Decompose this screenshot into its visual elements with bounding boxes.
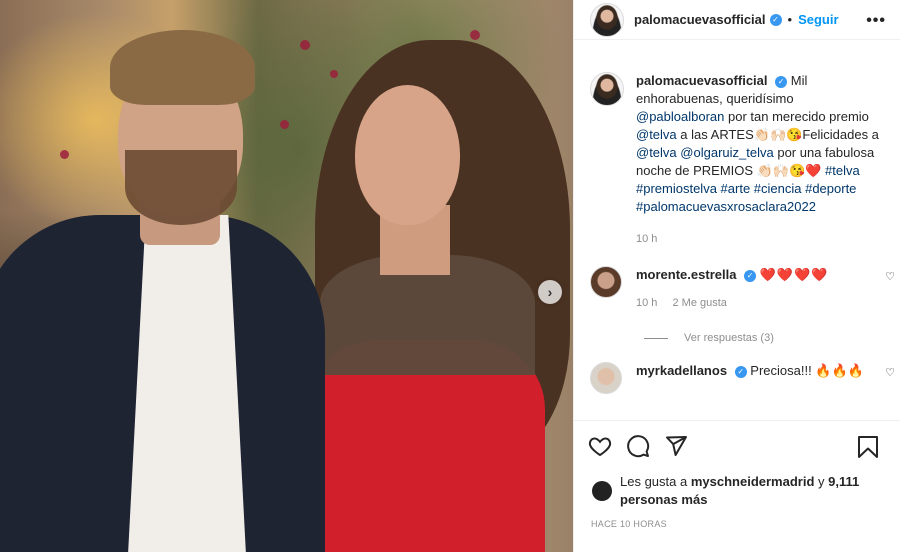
avatar[interactable]: [590, 2, 624, 37]
comment-avatar[interactable]: [590, 266, 622, 298]
verified-icon: ✓: [775, 75, 788, 88]
share-icon[interactable]: [664, 434, 688, 458]
comment-likes[interactable]: 2 Me gusta: [672, 297, 726, 309]
photo-flower: [280, 120, 289, 129]
mention-link[interactable]: @pabloalboran: [636, 109, 724, 124]
comment-text: Preciosa!!!: [750, 363, 812, 378]
replies-line: [644, 337, 668, 339]
separator-dot: •: [787, 12, 793, 27]
view-replies[interactable]: Ver respuestas (3): [644, 332, 900, 344]
caption-time[interactable]: 10 h: [636, 230, 885, 248]
more-options-icon[interactable]: •••: [866, 12, 886, 30]
verified-icon: ✓: [744, 269, 757, 282]
like-comment-heart-icon[interactable]: ♡: [885, 270, 895, 283]
comment-meta: 10 h 2 Me gusta: [636, 294, 871, 312]
next-photo-button[interactable]: ›: [538, 280, 562, 304]
comment-time[interactable]: 10 h: [636, 297, 657, 309]
comment: myrkadellanos ✓ Preciosa!!! 🔥🔥🔥 ♡: [574, 344, 900, 394]
liker-username[interactable]: myschneidermadrid: [691, 474, 815, 489]
likes-text: Les gusta a myschneidermadrid y 9,111 pe…: [620, 473, 885, 509]
caption-username[interactable]: palomacuevasofficial: [636, 73, 768, 88]
photo-flower: [60, 150, 69, 159]
verified-icon: ✓: [734, 365, 747, 378]
photo-flower: [300, 40, 310, 50]
caption-body: palomacuevasofficial ✓ Mil enhorabuenas,…: [636, 72, 885, 248]
comments-section[interactable]: palomacuevasofficial ✓ Mil enhorabuenas,…: [574, 54, 900, 418]
photo-flower: [470, 30, 480, 40]
likes-summary: Les gusta a myschneidermadrid y 9,111 pe…: [574, 461, 900, 509]
comment: morente.estrella ✓ ❤️❤️❤️❤️ 10 h 2 Me gu…: [574, 248, 900, 312]
post-panel: palomacuevasofficial ✓ • Seguir ••• palo…: [573, 0, 900, 552]
comment-body: morente.estrella ✓ ❤️❤️❤️❤️ 10 h 2 Me gu…: [636, 266, 871, 312]
header-username[interactable]: palomacuevasofficial: [634, 12, 766, 27]
caption-text: por tan merecido premio: [728, 109, 869, 124]
chevron-right-icon: ›: [547, 284, 553, 300]
likes-prefix: Les gusta a: [620, 474, 688, 489]
likes-suffix: y: [818, 474, 825, 489]
action-icons: [574, 421, 900, 461]
heart-icon[interactable]: [588, 434, 612, 458]
caption-text: a las ARTES👏🏻🙌🏻😘Felicidades a: [680, 127, 879, 142]
liker-avatar[interactable]: [592, 481, 612, 501]
caption-avatar[interactable]: [590, 72, 624, 106]
comment-icon[interactable]: [626, 434, 650, 458]
follow-button[interactable]: Seguir: [798, 12, 838, 27]
post-header: palomacuevasofficial ✓ • Seguir •••: [574, 0, 900, 40]
photo-man-shirt: [128, 215, 246, 552]
post-actions: Les gusta a myschneidermadrid y 9,111 pe…: [574, 420, 900, 552]
post-timestamp[interactable]: HACE 10 HORAS: [574, 509, 900, 529]
mention-link[interactable]: @telva: [636, 145, 677, 160]
verified-icon: ✓: [769, 13, 782, 26]
comment-avatar[interactable]: [590, 362, 622, 394]
mention-link[interactable]: @telva: [636, 127, 677, 142]
comment-username[interactable]: myrkadellanos: [636, 363, 727, 378]
comment-username[interactable]: morente.estrella: [636, 267, 736, 282]
comment-emoji: 🔥🔥🔥: [815, 363, 864, 378]
mention-link[interactable]: @olgaruiz_telva: [680, 145, 773, 160]
post-photo[interactable]: ›: [0, 0, 573, 552]
like-comment-heart-icon[interactable]: ♡: [885, 366, 895, 379]
caption: palomacuevasofficial ✓ Mil enhorabuenas,…: [574, 54, 900, 248]
comment-body: myrkadellanos ✓ Preciosa!!! 🔥🔥🔥: [636, 362, 871, 394]
photo-man-hair: [110, 30, 255, 105]
view-replies-label: Ver respuestas (3): [684, 332, 774, 344]
comment-text: ❤️❤️❤️❤️: [759, 267, 829, 282]
bookmark-icon[interactable]: [857, 435, 879, 459]
photo-woman-face: [355, 85, 460, 225]
photo-flower: [330, 70, 338, 78]
photo-man-beard: [125, 150, 237, 225]
